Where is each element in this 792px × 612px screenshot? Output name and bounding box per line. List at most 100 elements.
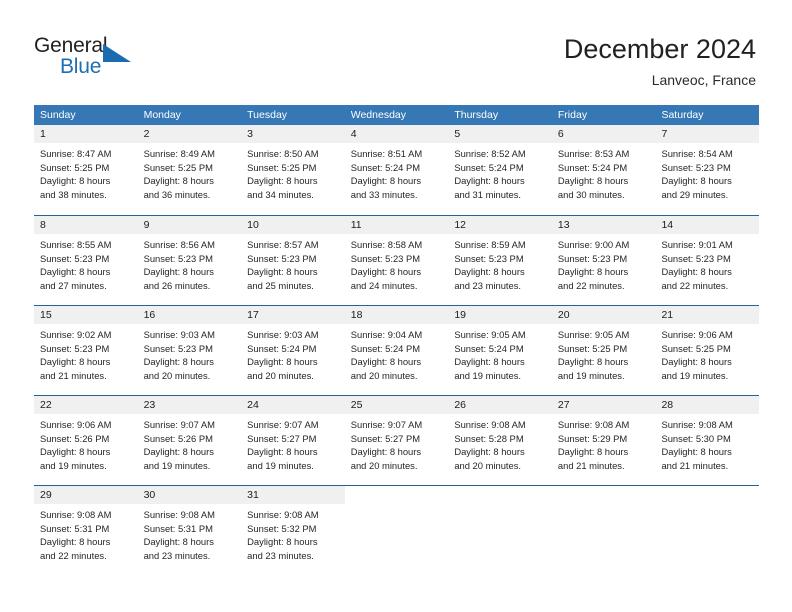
daylight-text-line2: and 21 minutes. bbox=[40, 369, 107, 381]
calendar-day-cell[interactable]: 21 Sunrise: 9:06 AM Sunset: 5:25 PM Dayligh… bbox=[655, 306, 760, 395]
calendar-day-cell[interactable]: 7 Sunrise: 8:54 AM Sunset: 5:23 PM Daylight… bbox=[655, 125, 760, 215]
calendar-day-cell[interactable]: 16 Sunrise: 9:03 AM Sunset: 5:23 PM Dayligh… bbox=[137, 306, 242, 395]
calendar-day-cell[interactable]: 8 Sunrise: 8:55 AM Sunset: 5:23 PM Daylight… bbox=[34, 216, 138, 305]
calendar-day-cell[interactable]: 10 Sunrise: 8:57 AM Sunset: 5:23 PM Dayligh… bbox=[241, 216, 345, 305]
page-subtitle-location: Lanveoc, France bbox=[651, 72, 756, 88]
day-number bbox=[552, 486, 656, 504]
daylight-text-line1: Daylight: 8 hours bbox=[40, 356, 111, 368]
calendar-day-cell[interactable]: 11 Sunrise: 8:58 AM Sunset: 5:23 PM Dayligh… bbox=[344, 216, 449, 305]
daylight-text-line2: and 25 minutes. bbox=[247, 279, 314, 291]
day-number: 24 bbox=[241, 396, 345, 414]
day-number: 15 bbox=[34, 306, 138, 324]
daylight-text-line1: Daylight: 8 hours bbox=[454, 175, 525, 187]
daylight-text-line1: Daylight: 8 hours bbox=[143, 536, 214, 548]
day-sun-info: Sunrise: 9:03 AM Sunset: 5:24 PM Daylight:… bbox=[241, 324, 345, 382]
sunset-text: Sunset: 5:29 PM bbox=[557, 432, 628, 444]
day-sun-info: Sunrise: 9:08 AM Sunset: 5:32 PM Daylight:… bbox=[241, 504, 345, 562]
daylight-text-line2: and 30 minutes. bbox=[557, 188, 625, 200]
calendar-day-cell[interactable]: 18 Sunrise: 9:04 AM Sunset: 5:24 PM Dayligh… bbox=[344, 306, 449, 395]
daylight-text-line2: and 21 minutes. bbox=[661, 459, 729, 471]
calendar-day-cell[interactable]: 22 Sunrise: 9:06 AM Sunset: 5:26 PM Dayligh… bbox=[34, 396, 138, 485]
daylight-text-line1: Daylight: 8 hours bbox=[557, 175, 629, 187]
sunrise-text: Sunrise: 9:05 AM bbox=[557, 329, 630, 340]
calendar-day-cell[interactable]: 4 Sunrise: 8:51 AM Sunset: 5:24 PM Daylight… bbox=[344, 125, 449, 215]
sunset-text: Sunset: 5:24 PM bbox=[454, 161, 524, 173]
day-number: 12 bbox=[448, 216, 552, 234]
day-sun-info: Sunrise: 8:49 AM Sunset: 5:25 PM Daylight:… bbox=[138, 143, 242, 201]
calendar-day-cell[interactable]: 5 Sunrise: 8:52 AM Sunset: 5:24 PM Daylight… bbox=[448, 125, 552, 215]
calendar-day-cell[interactable]: 2 Sunrise: 8:49 AM Sunset: 5:25 PM Daylight… bbox=[137, 125, 242, 215]
calendar-day-cell[interactable]: 30 Sunrise: 9:08 AM Sunset: 5:31 PM Dayligh… bbox=[137, 486, 242, 575]
sunrise-text: Sunrise: 9:06 AM bbox=[40, 419, 112, 430]
daylight-text-line2: and 20 minutes. bbox=[454, 459, 522, 471]
day-sun-info: Sunrise: 8:55 AM Sunset: 5:23 PM Daylight:… bbox=[34, 234, 138, 292]
daylight-text-line2: and 27 minutes. bbox=[40, 279, 107, 291]
page-title: December 2024 bbox=[563, 34, 756, 64]
daylight-text-line2: and 31 minutes. bbox=[454, 188, 522, 200]
calendar-day-cell[interactable]: 17 Sunrise: 9:03 AM Sunset: 5:24 PM Dayligh… bbox=[241, 306, 345, 395]
day-number: 13 bbox=[551, 216, 656, 234]
calendar-day-cell[interactable]: 13 Sunrise: 9:00 AM Sunset: 5:23 PM Dayligh… bbox=[551, 216, 656, 305]
daylight-text-line1: Daylight: 8 hours bbox=[143, 175, 214, 187]
calendar-day-cell[interactable]: 9 Sunrise: 8:56 AM Sunset: 5:23 PM Daylight… bbox=[137, 216, 242, 305]
daylight-text-line1: Daylight: 8 hours bbox=[661, 266, 732, 278]
calendar-day-cell[interactable]: 29 Sunrise: 9:08 AM Sunset: 5:31 PM Dayligh… bbox=[34, 486, 138, 575]
sunset-text: Sunset: 5:23 PM bbox=[661, 252, 731, 264]
day-sun-info: Sunrise: 8:50 AM Sunset: 5:25 PM Daylight:… bbox=[241, 143, 345, 201]
calendar-day-cell[interactable]: 12 Sunrise: 8:59 AM Sunset: 5:23 PM Dayligh… bbox=[448, 216, 552, 305]
day-number: 14 bbox=[655, 216, 760, 234]
daylight-text-line1: Daylight: 8 hours bbox=[454, 356, 525, 368]
calendar-day-cell[interactable]: 1 Sunrise: 8:47 AM Sunset: 5:25 PM Daylight… bbox=[34, 125, 138, 215]
calendar-weeks: 1 Sunrise: 8:47 AM Sunset: 5:25 PM Daylight… bbox=[34, 125, 760, 575]
daylight-text-line1: Daylight: 8 hours bbox=[557, 446, 629, 458]
calendar-day-cell[interactable]: 19 Sunrise: 9:05 AM Sunset: 5:24 PM Dayligh… bbox=[448, 306, 552, 395]
calendar-day-cell[interactable]: 3 Sunrise: 8:50 AM Sunset: 5:25 PM Daylight… bbox=[241, 125, 345, 215]
day-sun-info: Sunrise: 9:06 AM Sunset: 5:26 PM Daylight:… bbox=[34, 414, 138, 472]
title-block: December 2024 Lanveoc, France bbox=[564, 32, 756, 91]
daylight-text-line1: Daylight: 8 hours bbox=[143, 356, 214, 368]
general-blue-logo[interactable]: General Blue bbox=[34, 34, 154, 86]
calendar-week-row: 1 Sunrise: 8:47 AM Sunset: 5:25 PM Daylight… bbox=[34, 125, 760, 215]
calendar-day-cell[interactable]: 27 Sunrise: 9:08 AM Sunset: 5:29 PM Dayligh… bbox=[551, 396, 656, 485]
day-number: 26 bbox=[448, 396, 552, 414]
calendar-day-cell[interactable]: 24 Sunrise: 9:07 AM Sunset: 5:27 PM Dayligh… bbox=[241, 396, 345, 485]
day-number: 8 bbox=[34, 216, 138, 234]
day-number bbox=[655, 486, 759, 504]
calendar-day-cell[interactable]: 14 Sunrise: 9:01 AM Sunset: 5:23 PM Dayligh… bbox=[655, 216, 760, 305]
daylight-text-line1: Daylight: 8 hours bbox=[454, 266, 525, 278]
sunrise-text: Sunrise: 8:50 AM bbox=[247, 148, 319, 159]
daylight-text-line1: Daylight: 8 hours bbox=[661, 446, 732, 458]
sunset-text: Sunset: 5:31 PM bbox=[40, 522, 110, 534]
daylight-text-line1: Daylight: 8 hours bbox=[247, 446, 318, 458]
calendar-day-cell[interactable]: 26 Sunrise: 9:08 AM Sunset: 5:28 PM Dayligh… bbox=[448, 396, 552, 485]
daylight-text-line1: Daylight: 8 hours bbox=[247, 356, 318, 368]
weekday-header-thursday: Thursday bbox=[454, 109, 499, 121]
day-number: 22 bbox=[34, 396, 138, 414]
daylight-text-line2: and 19 minutes. bbox=[143, 459, 211, 471]
day-sun-info: Sunrise: 9:08 AM Sunset: 5:28 PM Daylight:… bbox=[448, 414, 552, 472]
day-sun-info: Sunrise: 8:51 AM Sunset: 5:24 PM Daylight:… bbox=[345, 143, 449, 201]
calendar-day-cell[interactable]: 28 Sunrise: 9:08 AM Sunset: 5:30 PM Dayligh… bbox=[655, 396, 760, 485]
day-sun-info: Sunrise: 8:56 AM Sunset: 5:23 PM Daylight:… bbox=[138, 234, 242, 292]
calendar-day-cell[interactable]: 6 Sunrise: 8:53 AM Sunset: 5:24 PM Daylight… bbox=[551, 125, 656, 215]
daylight-text-line1: Daylight: 8 hours bbox=[143, 266, 214, 278]
calendar-day-cell[interactable]: 20 Sunrise: 9:05 AM Sunset: 5:25 PM Dayligh… bbox=[551, 306, 656, 395]
calendar-day-cell[interactable]: 31 Sunrise: 9:08 AM Sunset: 5:32 PM Dayligh… bbox=[241, 486, 345, 575]
calendar-day-cell[interactable]: 23 Sunrise: 9:07 AM Sunset: 5:26 PM Dayligh… bbox=[137, 396, 242, 485]
daylight-text-line2: and 19 minutes. bbox=[40, 459, 107, 471]
calendar-day-cell[interactable]: 25 Sunrise: 9:07 AM Sunset: 5:27 PM Dayligh… bbox=[344, 396, 449, 485]
daylight-text-line2: and 19 minutes. bbox=[661, 369, 729, 381]
calendar-day-cell[interactable]: 15 Sunrise: 9:02 AM Sunset: 5:23 PM Dayligh… bbox=[34, 306, 138, 395]
daylight-text-line2: and 22 minutes. bbox=[661, 279, 729, 291]
weekday-header-saturday: Saturday bbox=[661, 109, 704, 121]
day-sun-info: Sunrise: 9:05 AM Sunset: 5:25 PM Daylight:… bbox=[552, 324, 656, 382]
day-sun-info: Sunrise: 8:53 AM Sunset: 5:24 PM Daylight:… bbox=[552, 143, 656, 201]
sunset-text: Sunset: 5:24 PM bbox=[557, 161, 628, 173]
daylight-text-line2: and 20 minutes. bbox=[350, 459, 418, 471]
sunrise-text: Sunrise: 8:58 AM bbox=[350, 239, 423, 250]
daylight-text-line2: and 36 minutes. bbox=[143, 188, 211, 200]
sunset-text: Sunset: 5:24 PM bbox=[247, 342, 317, 354]
daylight-text-line2: and 19 minutes. bbox=[454, 369, 522, 381]
daylight-text-line2: and 23 minutes. bbox=[454, 279, 522, 291]
weekday-header-friday: Friday bbox=[557, 109, 588, 121]
